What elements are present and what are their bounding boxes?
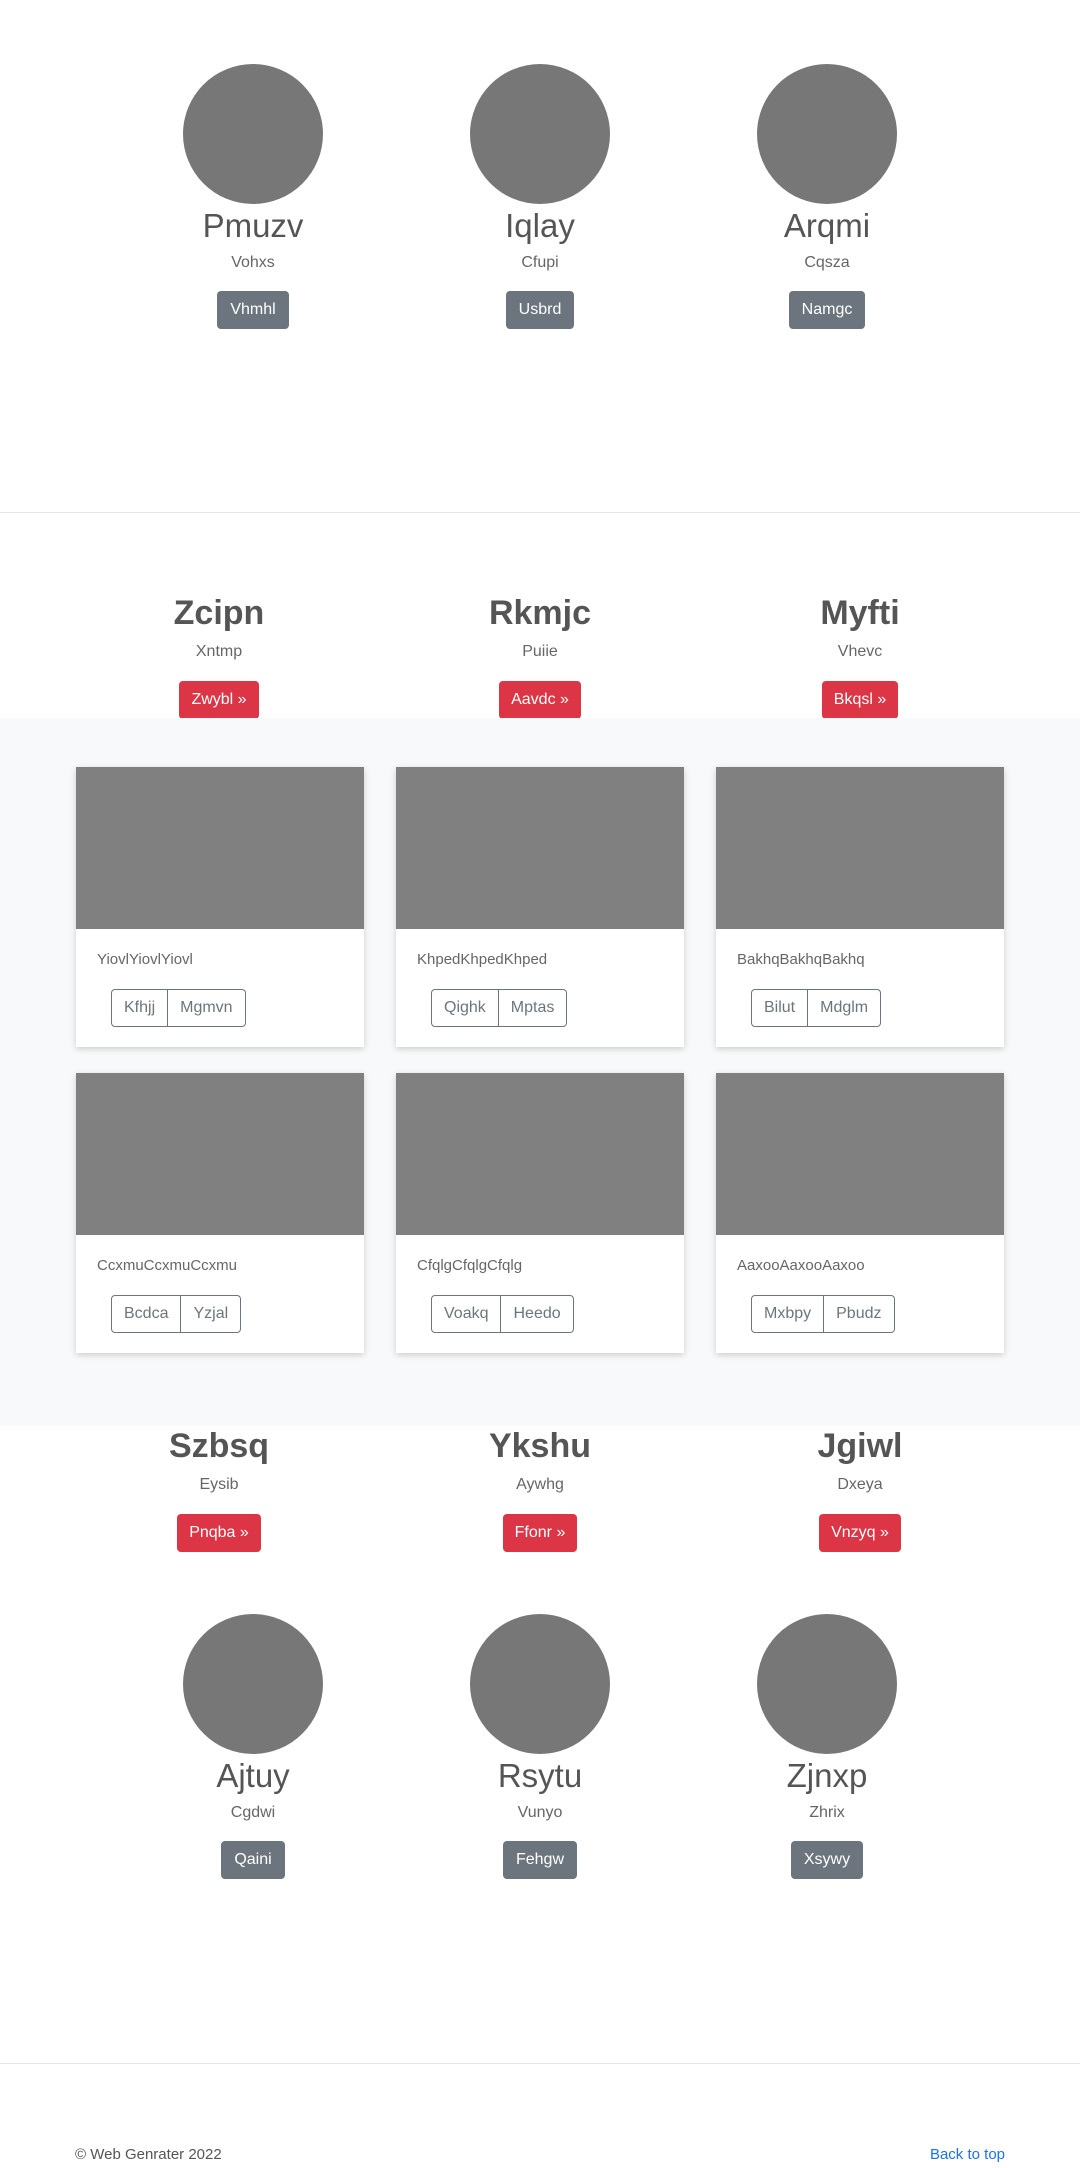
card-button-group: Mxbpy Pbudz — [751, 1295, 895, 1333]
card-button-view[interactable]: Bcdca — [111, 1295, 182, 1333]
avatar-action-button[interactable]: Usbrd — [505, 291, 575, 329]
feature-title: Myfti — [820, 594, 900, 632]
card-image-placeholder — [76, 767, 364, 929]
feature-title: Rkmjc — [488, 594, 592, 632]
avatar-action-button[interactable]: Namgc — [788, 291, 866, 329]
feature-title: Zcipn — [173, 594, 265, 632]
card-text: CfqlgCfqlgCfqlg — [417, 1257, 523, 1274]
card-text: CcxmuCcxmuCcxmu — [97, 1257, 238, 1274]
avatar-column-1: Ajtuy Cgdwi Qaini — [103, 1614, 403, 1879]
feature-column-2: Ykshu Aywhg Ffonr » — [390, 1425, 690, 1552]
card-button-edit[interactable]: Mgmvn — [168, 989, 246, 1027]
avatar-subtitle: Vohxs — [231, 254, 275, 271]
avatar — [183, 64, 323, 204]
album-card: CcxmuCcxmuCcxmu Bcdca Yzjal — [76, 1073, 364, 1353]
avatar — [757, 64, 897, 204]
feature-button[interactable]: Ffonr » — [502, 1514, 578, 1552]
avatar-action-button[interactable]: Fehgw — [502, 1841, 578, 1879]
feature-column-1: Szbsq Eysib Pnqba » — [69, 1425, 369, 1552]
feature-column-2: Rkmjc Puiie Aavdc » — [390, 592, 690, 719]
avatar-subtitle: Cfupi — [521, 254, 559, 271]
album-card: KhpedKhpedKhped Qighk Mptas — [396, 767, 684, 1047]
feature-column-3: Myfti Vhevc Bkqsl » — [710, 592, 1010, 719]
feature-subtitle: Puiie — [522, 643, 558, 660]
card-button-edit[interactable]: Mdglm — [808, 989, 882, 1027]
avatar-action-button[interactable]: Xsywy — [790, 1841, 864, 1879]
avatar-name: Iqlay — [505, 207, 575, 244]
section-divider — [0, 512, 1080, 513]
avatar-subtitle: Zhrix — [809, 1804, 845, 1821]
avatar-subtitle: Cqsza — [804, 254, 850, 271]
feature-subtitle: Aywhg — [516, 1476, 564, 1493]
avatar-column-1: Pmuzv Vohxs Vhmhl — [103, 64, 403, 329]
avatar-column-3: Zjnxp Zhrix Xsywy — [677, 1614, 977, 1879]
avatar — [183, 1614, 323, 1754]
footer-copyright: © Web Genrater 2022 — [75, 2146, 222, 2163]
avatar-action-button[interactable]: Qaini — [221, 1841, 285, 1879]
album-card: YiovlYiovlYiovl Kfhjj Mgmvn — [76, 767, 364, 1047]
avatar-column-2: Iqlay Cfupi Usbrd — [390, 64, 690, 329]
card-text: AaxooAaxooAaxoo — [737, 1257, 865, 1274]
avatar-action-button[interactable]: Vhmhl — [217, 291, 289, 329]
card-image-placeholder — [716, 1073, 1004, 1235]
card-button-group: Bilut Mdglm — [751, 989, 882, 1027]
feature-subtitle: Xntmp — [195, 643, 243, 660]
card-button-edit[interactable]: Pbudz — [824, 1295, 895, 1333]
avatar — [470, 64, 610, 204]
card-button-edit[interactable]: Yzjal — [181, 1295, 242, 1333]
card-button-view[interactable]: Bilut — [751, 989, 809, 1027]
avatar-name: Rsytu — [497, 1757, 583, 1794]
avatar-subtitle: Vunyo — [517, 1804, 563, 1821]
avatar-subtitle: Cgdwi — [230, 1804, 276, 1821]
card-button-view[interactable]: Qighk — [431, 989, 499, 1027]
feature-button[interactable]: Bkqsl » — [821, 681, 899, 719]
album-section: YiovlYiovlYiovl Kfhjj Mgmvn KhpedKhpedKh… — [0, 718, 1080, 1426]
feature-button[interactable]: Pnqba » — [177, 1514, 261, 1552]
feature-column-3: Jgiwl Dxeya Vnzyq » — [710, 1425, 1010, 1552]
card-button-edit[interactable]: Mptas — [498, 989, 568, 1027]
feature-title: Ykshu — [488, 1427, 592, 1465]
feature-button[interactable]: Zwybl » — [179, 681, 259, 719]
card-button-view[interactable]: Voakq — [431, 1295, 502, 1333]
card-image-placeholder — [396, 767, 684, 929]
feature-column-1: Zcipn Xntmp Zwybl » — [69, 592, 369, 719]
avatar-name: Arqmi — [783, 207, 871, 244]
feature-title: Szbsq — [168, 1427, 270, 1465]
avatar-column-3: Arqmi Cqsza Namgc — [677, 64, 977, 329]
card-button-view[interactable]: Kfhjj — [111, 989, 169, 1027]
feature-subtitle: Eysib — [199, 1476, 239, 1493]
card-text: KhpedKhpedKhped — [417, 951, 548, 968]
avatar-name: Zjnxp — [786, 1757, 868, 1794]
card-button-edit[interactable]: Heedo — [501, 1295, 574, 1333]
avatar-column-2: Rsytu Vunyo Fehgw — [390, 1614, 690, 1879]
album-card: BakhqBakhqBakhq Bilut Mdglm — [716, 767, 1004, 1047]
avatar-name: Ajtuy — [216, 1757, 290, 1794]
back-to-top-link[interactable]: Back to top — [930, 2146, 1005, 2163]
card-button-group: Qighk Mptas — [431, 989, 568, 1027]
card-text: BakhqBakhqBakhq — [737, 951, 865, 968]
avatar — [757, 1614, 897, 1754]
avatar-name: Pmuzv — [202, 207, 304, 244]
card-button-group: Voakq Heedo — [431, 1295, 574, 1333]
card-button-group: Bcdca Yzjal — [111, 1295, 242, 1333]
album-card: CfqlgCfqlgCfqlg Voakq Heedo — [396, 1073, 684, 1353]
card-button-view[interactable]: Mxbpy — [751, 1295, 825, 1333]
feature-subtitle: Vhevc — [837, 643, 883, 660]
feature-button[interactable]: Vnzyq » — [819, 1514, 901, 1552]
feature-subtitle: Dxeya — [837, 1476, 883, 1493]
card-text: YiovlYiovlYiovl — [97, 951, 193, 968]
feature-title: Jgiwl — [817, 1427, 903, 1465]
card-image-placeholder — [396, 1073, 684, 1235]
card-image-placeholder — [716, 767, 1004, 929]
feature-button[interactable]: Aavdc » — [499, 681, 581, 719]
album-card: AaxooAaxooAaxoo Mxbpy Pbudz — [716, 1073, 1004, 1353]
avatar — [470, 1614, 610, 1754]
footer-divider — [0, 2063, 1080, 2064]
card-image-placeholder — [76, 1073, 364, 1235]
card-button-group: Kfhjj Mgmvn — [111, 989, 246, 1027]
